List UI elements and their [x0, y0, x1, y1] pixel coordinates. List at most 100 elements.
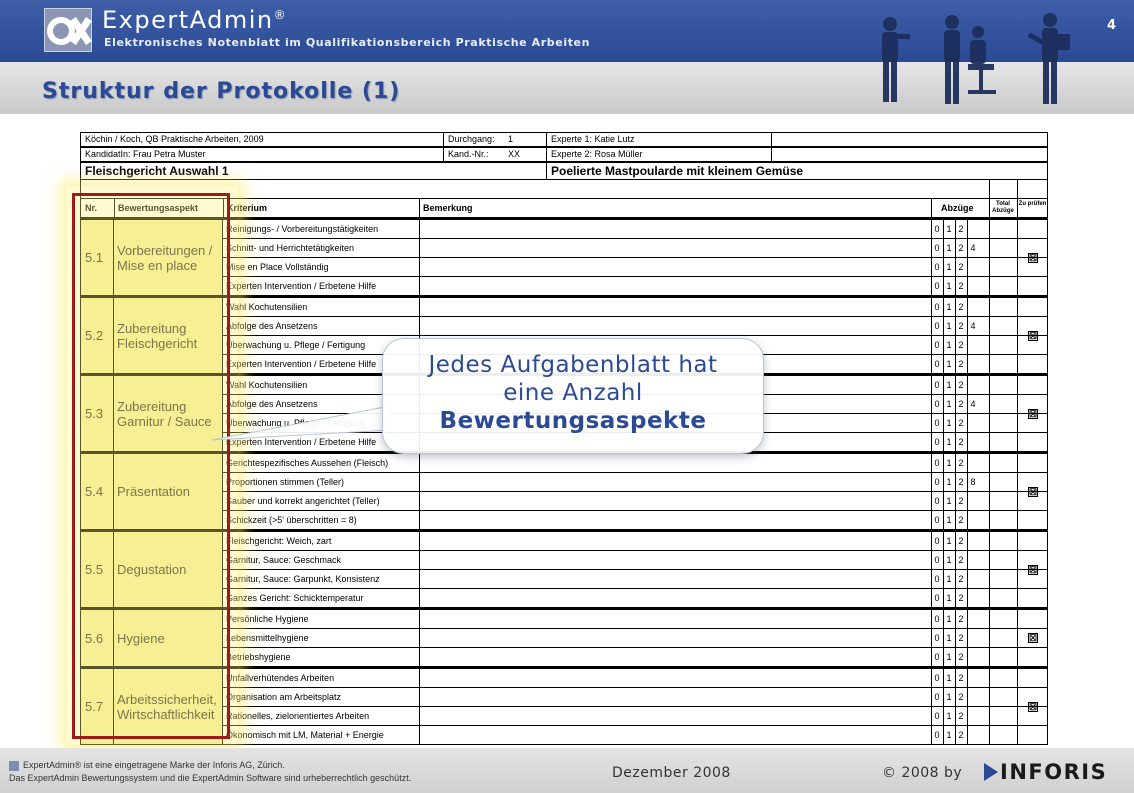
- score-option[interactable]: 1: [943, 473, 955, 491]
- score-option[interactable]: 1: [943, 317, 955, 335]
- review-checkbox[interactable]: ☒: [1028, 408, 1038, 419]
- score-option[interactable]: 1: [943, 707, 955, 725]
- score-option[interactable]: 1: [943, 492, 955, 510]
- score-option[interactable]: 1: [943, 454, 955, 472]
- criterion-text: Mise en Place Vollständig: [226, 262, 329, 272]
- criterion-text: Unfallverhütendes Arbeiten: [226, 673, 335, 683]
- score-option[interactable]: 2: [955, 298, 967, 316]
- score-option[interactable]: 2: [955, 726, 967, 744]
- score-option[interactable]: 2: [955, 317, 967, 335]
- score-option[interactable]: 2: [955, 355, 967, 373]
- score-option[interactable]: 0: [931, 355, 943, 373]
- criterion-row: Persönliche Hygiene 0 1 2: [223, 610, 1047, 629]
- score-option[interactable]: 1: [943, 532, 955, 550]
- score-option[interactable]: 0: [931, 336, 943, 354]
- score-option[interactable]: 1: [943, 355, 955, 373]
- score-option[interactable]: 0: [931, 688, 943, 706]
- score-option[interactable]: 0: [931, 589, 943, 607]
- review-checkbox[interactable]: ☒: [1028, 633, 1038, 643]
- score-option[interactable]: 2: [955, 376, 967, 394]
- callout-pointer: [212, 405, 390, 441]
- score-option[interactable]: 0: [931, 532, 943, 550]
- review-checkbox[interactable]: ☒: [1028, 330, 1038, 341]
- score-option[interactable]: 1: [943, 551, 955, 569]
- score-option[interactable]: 2: [955, 688, 967, 706]
- score-option[interactable]: 2: [955, 473, 967, 491]
- score-option[interactable]: 1: [943, 277, 955, 295]
- score-option[interactable]: 1: [943, 726, 955, 744]
- score-option[interactable]: 0: [931, 511, 943, 529]
- score-option[interactable]: 2: [955, 239, 967, 257]
- score-option[interactable]: 1: [943, 414, 955, 432]
- score-option[interactable]: 0: [931, 414, 943, 432]
- score-option[interactable]: 0: [931, 317, 943, 335]
- score-option[interactable]: 2: [955, 395, 967, 413]
- score-option[interactable]: 1: [943, 511, 955, 529]
- review-checkbox[interactable]: ☒: [1028, 252, 1038, 263]
- score-option[interactable]: 2: [955, 669, 967, 687]
- score-option[interactable]: 0: [931, 707, 943, 725]
- score-option[interactable]: 1: [943, 688, 955, 706]
- score-option[interactable]: 0: [931, 492, 943, 510]
- score-option[interactable]: 0: [931, 433, 943, 451]
- score-option[interactable]: 2: [955, 532, 967, 550]
- score-option[interactable]: 2: [955, 648, 967, 666]
- doc-header-row-2: KandidatIn: Frau Petra Muster Kand.-Nr.:…: [80, 147, 1048, 162]
- score-option[interactable]: 0: [931, 298, 943, 316]
- score-option[interactable]: 0: [931, 395, 943, 413]
- score-option[interactable]: 1: [943, 258, 955, 276]
- score-option[interactable]: 2: [955, 551, 967, 569]
- score-option[interactable]: 2: [955, 589, 967, 607]
- score-option[interactable]: 2: [955, 433, 967, 451]
- score-option[interactable]: 0: [931, 629, 943, 647]
- th-bemerkung: Bemerkung: [423, 203, 473, 213]
- score-option[interactable]: 0: [931, 570, 943, 588]
- score-option[interactable]: 1: [943, 298, 955, 316]
- score-option[interactable]: 1: [943, 220, 955, 238]
- score-option[interactable]: 2: [955, 610, 967, 628]
- review-checkbox[interactable]: ☒: [1028, 564, 1038, 575]
- score-option[interactable]: 2: [955, 277, 967, 295]
- score-option[interactable]: 1: [943, 648, 955, 666]
- score-option[interactable]: 2: [955, 414, 967, 432]
- score-option[interactable]: 2: [955, 707, 967, 725]
- score-option[interactable]: 2: [955, 454, 967, 472]
- score-option[interactable]: 1: [943, 395, 955, 413]
- score-option[interactable]: 1: [943, 610, 955, 628]
- score-option[interactable]: 1: [943, 376, 955, 394]
- score-option[interactable]: 1: [943, 239, 955, 257]
- score-option[interactable]: 2: [955, 570, 967, 588]
- review-checkbox[interactable]: ☒: [1028, 486, 1038, 497]
- criterion-row: Mise en Place Vollständig 0 1 2: [223, 258, 1047, 277]
- score-option[interactable]: 1: [943, 336, 955, 354]
- criterion-text: Proportionen stimmen (Teller): [226, 477, 345, 487]
- score-option[interactable]: 2: [955, 492, 967, 510]
- th-zu-pruefen: Zu prüfen: [1018, 201, 1047, 207]
- score-option[interactable]: 2: [955, 258, 967, 276]
- score-option[interactable]: 0: [931, 220, 943, 238]
- score-option[interactable]: 0: [931, 454, 943, 472]
- score-option[interactable]: 0: [931, 473, 943, 491]
- score-option[interactable]: 1: [943, 433, 955, 451]
- score-option[interactable]: 2: [955, 336, 967, 354]
- score-option[interactable]: 2: [955, 511, 967, 529]
- review-checkbox[interactable]: ☒: [1028, 701, 1038, 712]
- score-option[interactable]: 2: [955, 220, 967, 238]
- score-option[interactable]: 1: [943, 629, 955, 647]
- total-column: [989, 532, 1017, 607]
- score-option[interactable]: 1: [943, 589, 955, 607]
- score-option[interactable]: 0: [931, 610, 943, 628]
- score-option[interactable]: 0: [931, 258, 943, 276]
- score-option[interactable]: 0: [931, 551, 943, 569]
- score-option[interactable]: 0: [931, 277, 943, 295]
- score-option[interactable]: 0: [931, 726, 943, 744]
- score-option[interactable]: 0: [931, 669, 943, 687]
- criterion-row: Organisation am Arbeitsplatz 0 1 2: [223, 688, 1047, 707]
- score-option[interactable]: 1: [943, 570, 955, 588]
- score-option[interactable]: 0: [931, 239, 943, 257]
- score-option[interactable]: 0: [931, 648, 943, 666]
- criterion-text: Lebensmittelhygiene: [226, 633, 309, 643]
- score-option[interactable]: 1: [943, 669, 955, 687]
- score-option[interactable]: 0: [931, 376, 943, 394]
- score-option[interactable]: 2: [955, 629, 967, 647]
